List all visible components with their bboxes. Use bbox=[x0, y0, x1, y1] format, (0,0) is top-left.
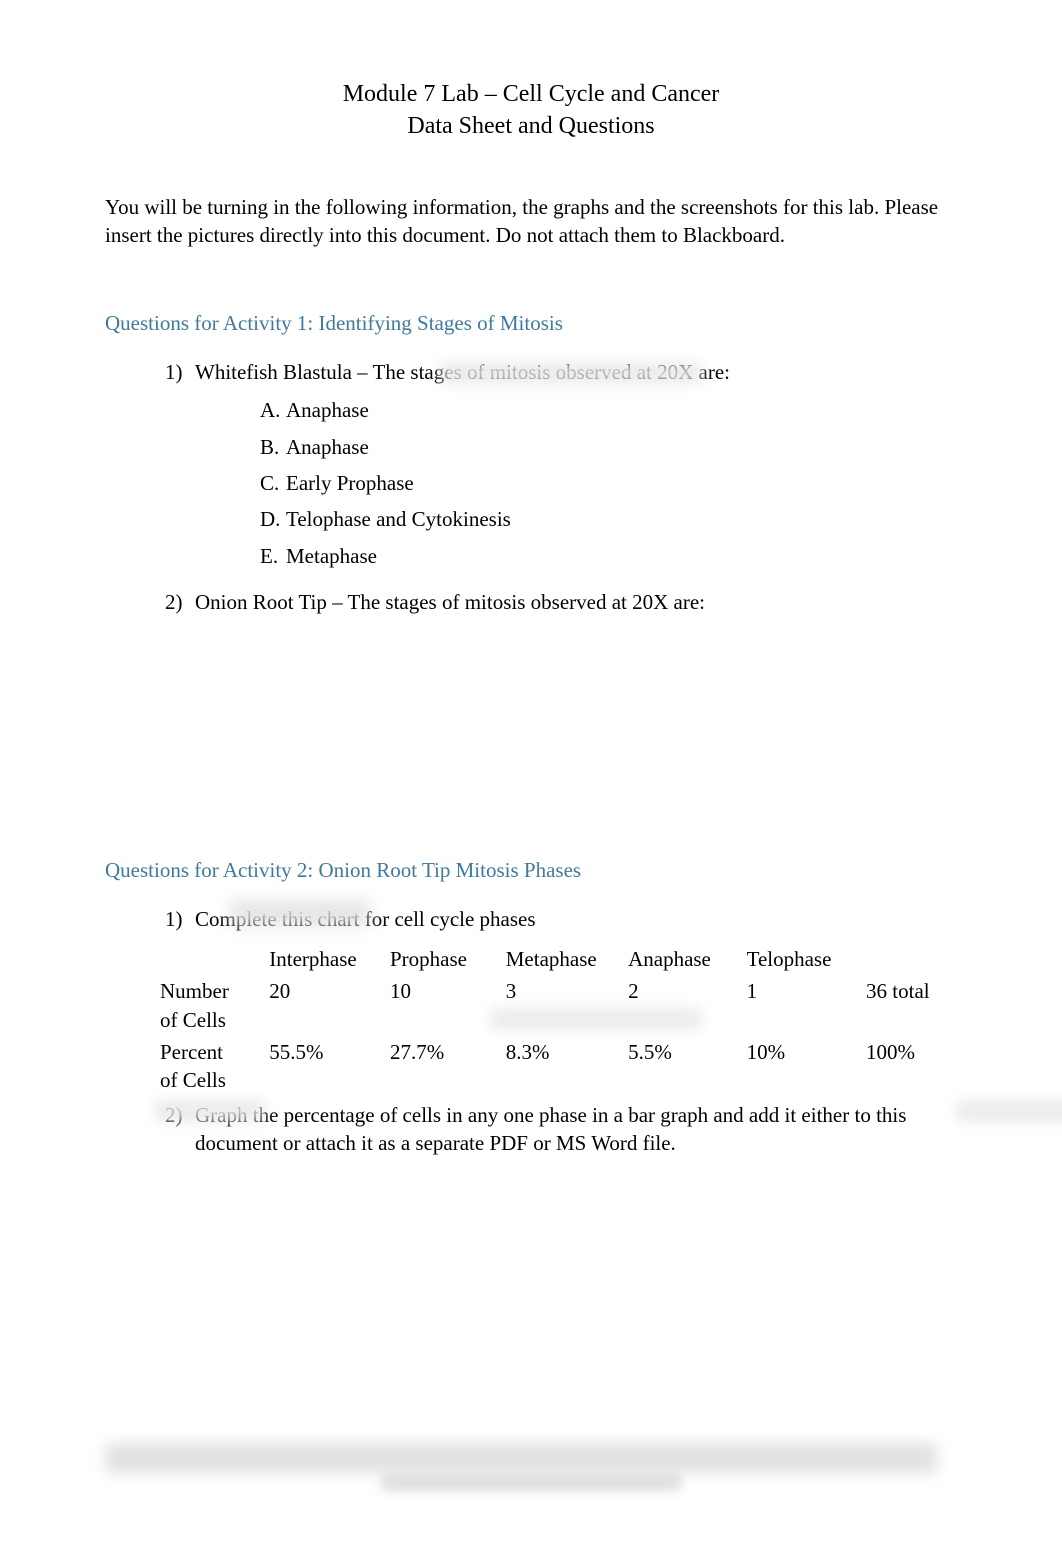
table-cell: 10 bbox=[390, 975, 506, 1036]
activity1-heading: Questions for Activity 1: Identifying St… bbox=[105, 309, 957, 337]
list-item: B. Anaphase bbox=[260, 433, 957, 461]
table-cell: 8.3% bbox=[506, 1036, 628, 1097]
intro-screenshots: screenshots bbox=[681, 195, 778, 219]
intro-text: the pictures directly into this document… bbox=[157, 223, 785, 247]
intro-text: You will be turning in the following inf… bbox=[105, 195, 553, 219]
blur-overlay bbox=[230, 900, 370, 926]
blur-overlay bbox=[155, 1100, 265, 1122]
intro-text: for this lab. Please bbox=[783, 195, 938, 219]
question-2: 2) Onion Root Tip – The stages of mitosi… bbox=[165, 588, 957, 616]
intro-paragraph: You will be turning in the following inf… bbox=[105, 193, 957, 250]
title-block: Module 7 Lab – Cell Cycle and Cancer Dat… bbox=[105, 78, 957, 143]
table-cell: Numberof Cells bbox=[160, 975, 269, 1036]
list-item: A. Anaphase bbox=[260, 396, 957, 424]
footer-text-blur bbox=[381, 1473, 681, 1491]
question-2: 2) Graph the percentage of cells in any … bbox=[165, 1101, 957, 1158]
table-cell: 55.5% bbox=[269, 1036, 390, 1097]
item-letter: E. bbox=[260, 542, 286, 570]
question-number: 1) bbox=[165, 905, 195, 933]
blur-overlay bbox=[956, 1100, 1062, 1122]
table-cell: 20 bbox=[269, 975, 390, 1036]
activity1-questions: 1) Whitefish Blastula – The stages of mi… bbox=[105, 358, 957, 616]
table-header: Metaphase bbox=[506, 943, 628, 975]
page-title-line1: Module 7 Lab – Cell Cycle and Cancer bbox=[105, 78, 957, 110]
question-number: 2) bbox=[165, 588, 195, 616]
answer-list: A. Anaphase B. Anaphase C. Early Prophas… bbox=[165, 396, 957, 570]
table-cell: Percentof Cells bbox=[160, 1036, 269, 1097]
question-number: 1) bbox=[165, 358, 195, 386]
intro-insert: insert bbox=[105, 223, 152, 247]
table-cell: 100% bbox=[866, 1036, 957, 1097]
table-header: Anaphase bbox=[628, 943, 747, 975]
activity2-heading: Questions for Activity 2: Onion Root Tip… bbox=[105, 856, 957, 884]
intro-graphs: graphs bbox=[553, 195, 609, 219]
table-header: Telophase bbox=[747, 943, 866, 975]
table-header: Interphase bbox=[269, 943, 390, 975]
table-header: Prophase bbox=[390, 943, 506, 975]
intro-text: and the bbox=[614, 195, 680, 219]
item-text: Anaphase bbox=[286, 433, 369, 461]
question-text: Onion Root Tip – The stages of mitosis o… bbox=[195, 588, 705, 616]
list-item: E. Metaphase bbox=[260, 542, 957, 570]
item-letter: D. bbox=[260, 505, 286, 533]
item-letter: A. bbox=[260, 396, 286, 424]
blank-space bbox=[105, 626, 957, 846]
footer-blur-bar bbox=[105, 1443, 937, 1473]
item-letter: C. bbox=[260, 469, 286, 497]
table-cell: 10% bbox=[747, 1036, 866, 1097]
item-letter: B. bbox=[260, 433, 286, 461]
blur-overlay bbox=[490, 1008, 702, 1030]
question-text: Graph the percentage of cells in any one… bbox=[195, 1101, 955, 1158]
item-text: Telophase and Cytokinesis bbox=[286, 505, 511, 533]
table-cell: 1 bbox=[747, 975, 866, 1036]
table-cell: 36 total bbox=[866, 975, 957, 1036]
item-text: Anaphase bbox=[286, 396, 369, 424]
document-page: Module 7 Lab – Cell Cycle and Cancer Dat… bbox=[0, 0, 1062, 1157]
table-cell: 5.5% bbox=[628, 1036, 747, 1097]
table-cell bbox=[866, 943, 957, 975]
blur-overlay bbox=[440, 362, 702, 384]
list-item: D. Telophase and Cytokinesis bbox=[260, 505, 957, 533]
table-row: Percentof Cells 55.5% 27.7% 8.3% 5.5% 10… bbox=[160, 1036, 957, 1097]
item-text: Metaphase bbox=[286, 542, 377, 570]
list-item: C. Early Prophase bbox=[260, 469, 957, 497]
table-cell: 27.7% bbox=[390, 1036, 506, 1097]
item-text: Early Prophase bbox=[286, 469, 414, 497]
table-cell bbox=[160, 943, 269, 975]
page-title-line2: Data Sheet and Questions bbox=[105, 110, 957, 142]
table-header-row: Interphase Prophase Metaphase Anaphase T… bbox=[160, 943, 957, 975]
